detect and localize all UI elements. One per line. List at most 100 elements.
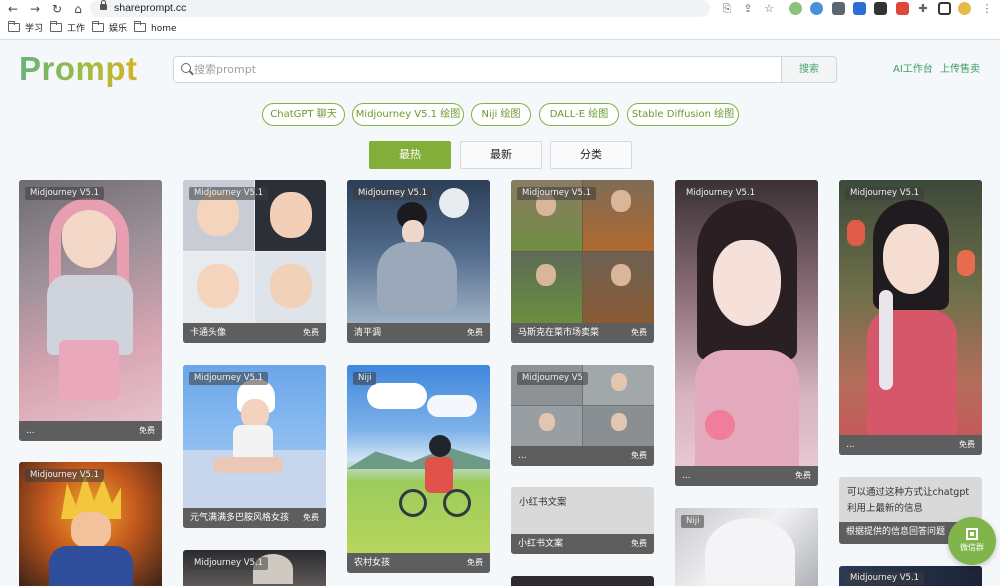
prompt-card[interactable]: Niji bbox=[675, 508, 818, 586]
category-midjourney[interactable]: Midjourney V5.1 绘图 bbox=[352, 103, 464, 126]
forward-icon[interactable]: → bbox=[27, 1, 43, 17]
card-image bbox=[183, 180, 326, 323]
extension-icon[interactable] bbox=[874, 2, 887, 15]
model-tag: Midjourney V5.1 bbox=[189, 557, 269, 570]
back-icon[interactable]: ← bbox=[5, 1, 21, 17]
card-footer: ... 免费 bbox=[19, 421, 162, 441]
prompt-card[interactable]: ... 免费 Midjourney V5.1 bbox=[675, 180, 818, 486]
card-title: ... bbox=[846, 440, 855, 450]
category-niji[interactable]: Niji 绘图 bbox=[471, 103, 531, 126]
card-title: 农村女孩 bbox=[354, 558, 391, 568]
bookmark-label: 工作 bbox=[67, 24, 86, 34]
prompt-card[interactable]: 马斯克在菜市场卖菜 免费 Midjourney V5.1 bbox=[511, 180, 654, 343]
bookmark-folder[interactable]: home bbox=[134, 21, 177, 36]
prompt-card[interactable]: Midjourney V5.1 bbox=[19, 462, 162, 586]
extension-icon[interactable] bbox=[896, 2, 909, 15]
bookmark-label: 娱乐 bbox=[109, 24, 128, 34]
prompt-card[interactable]: Midjourney V5.1 ... 免费 bbox=[19, 180, 162, 441]
card-body: 小红书文案 bbox=[519, 497, 567, 508]
puzzle-icon[interactable]: ✚ bbox=[916, 2, 930, 16]
share-icon[interactable]: ⇪ bbox=[741, 2, 755, 16]
card-footer: 农村女孩 免费 bbox=[347, 553, 490, 573]
category-chatgpt[interactable]: ChatGPT 聊天 bbox=[262, 103, 345, 126]
card-image bbox=[511, 180, 654, 323]
category-dalle[interactable]: DALL-E 绘图 bbox=[539, 103, 619, 126]
ai-workbench-link[interactable]: AI工作台 bbox=[893, 64, 933, 76]
card-title: ... bbox=[518, 451, 527, 461]
extension-icon[interactable] bbox=[832, 2, 845, 15]
search-button[interactable]: 搜索 bbox=[781, 56, 837, 83]
extension-icon[interactable] bbox=[810, 2, 823, 15]
price-label: 免费 bbox=[631, 539, 647, 548]
model-tag: Midjourney V5.1 bbox=[25, 187, 105, 200]
model-tag: Midjourney V5.1 bbox=[189, 187, 269, 200]
qr-code-icon bbox=[966, 528, 978, 540]
extension-icon[interactable] bbox=[853, 2, 866, 15]
prompt-card[interactable]: Midjourney V5.1 bbox=[839, 566, 982, 586]
card-image bbox=[839, 180, 982, 435]
folder-icon bbox=[92, 21, 104, 32]
prompt-card[interactable]: ... 免费 Midjourney V5 bbox=[511, 365, 654, 466]
card-title: ... bbox=[682, 471, 691, 481]
bookmark-folder[interactable]: 娱乐 bbox=[92, 21, 128, 36]
bookmarks-bar: 学习 工作 娱乐 home bbox=[0, 18, 1000, 40]
more-menu-icon[interactable]: ⋮ bbox=[980, 2, 994, 16]
category-stable-diffusion[interactable]: Stable Diffusion 绘图 bbox=[627, 103, 739, 126]
card-body: 可以通过这种方式让chatgpt利用上最新的信息 bbox=[847, 487, 970, 514]
avatar[interactable] bbox=[958, 2, 971, 15]
model-tag: Midjourney V5.1 bbox=[353, 187, 433, 200]
bookmark-label: home bbox=[151, 24, 177, 34]
bookmark-folder[interactable]: 工作 bbox=[50, 21, 86, 36]
bookmark-folder[interactable]: 学习 bbox=[8, 21, 44, 36]
folder-icon bbox=[50, 21, 62, 32]
price-label: 免费 bbox=[467, 558, 483, 567]
price-label: 免费 bbox=[631, 328, 647, 337]
search-icon bbox=[181, 63, 191, 73]
wechat-group-button[interactable]: 微信群 bbox=[948, 517, 996, 565]
card-title: 清平调 bbox=[354, 328, 382, 338]
price-label: 免费 bbox=[795, 471, 811, 480]
model-tag: Midjourney V5.1 bbox=[189, 372, 269, 385]
url-text[interactable]: shareprompt.cc bbox=[114, 1, 186, 16]
upload-sell-link[interactable]: 上传售卖 bbox=[940, 64, 980, 76]
fab-label: 微信群 bbox=[960, 543, 984, 552]
card-footer: ... 免费 bbox=[839, 435, 982, 455]
model-tag: Midjourney V5.1 bbox=[845, 187, 925, 200]
bookmark-star-icon[interactable]: ☆ bbox=[762, 2, 776, 16]
browser-toolbar: ← → ↻ ⌂ shareprompt.cc ⎘ ⇪ ☆ ✚ ⋮ bbox=[0, 0, 1000, 18]
search-input[interactable] bbox=[194, 59, 774, 80]
folder-icon bbox=[134, 21, 146, 32]
translate-icon[interactable]: ⎘ bbox=[720, 2, 734, 16]
card-footer: 清平调 免费 bbox=[347, 323, 490, 343]
prompt-card[interactable]: ... 免费 Midjourney V5.1 bbox=[839, 180, 982, 455]
prompt-card[interactable]: 卡通头像 免费 Midjourney V5.1 bbox=[183, 180, 326, 343]
card-title: 元气满满多巴胺风格女孩 bbox=[190, 513, 290, 523]
model-tag: Niji bbox=[681, 515, 705, 528]
lock-icon[interactable] bbox=[100, 0, 107, 10]
site-logo[interactable]: Prompt bbox=[19, 50, 138, 88]
card-image bbox=[347, 365, 490, 553]
prompt-card[interactable]: Midjourney V5.1 bbox=[183, 550, 326, 586]
card-image bbox=[675, 180, 818, 466]
sidebar-icon[interactable] bbox=[938, 2, 951, 15]
card-footer: 元气满满多巴胺风格女孩 免费 bbox=[183, 508, 326, 528]
prompt-card[interactable]: 农村女孩 免费 Niji bbox=[347, 365, 490, 573]
prompt-card[interactable] bbox=[511, 576, 654, 586]
model-tag: Midjourney V5.1 bbox=[517, 187, 597, 200]
extension-icon[interactable] bbox=[789, 2, 802, 15]
price-label: 免费 bbox=[303, 328, 319, 337]
prompt-card[interactable]: 清平调 免费 Midjourney V5.1 bbox=[347, 180, 490, 343]
tab-hottest[interactable]: 最热 bbox=[369, 141, 451, 169]
price-label: 免费 bbox=[139, 426, 155, 435]
prompt-card[interactable]: 元气满满多巴胺风格女孩 免费 Midjourney V5.1 bbox=[183, 365, 326, 528]
prompt-card[interactable]: 小红书文案 小红书文案 免费 bbox=[511, 487, 654, 554]
card-footer: 小红书文案 免费 bbox=[511, 534, 654, 554]
home-icon[interactable]: ⌂ bbox=[70, 1, 86, 17]
tab-category[interactable]: 分类 bbox=[550, 141, 632, 169]
price-label: 免费 bbox=[631, 451, 647, 460]
tab-newest[interactable]: 最新 bbox=[460, 141, 542, 169]
price-label: 免费 bbox=[467, 328, 483, 337]
card-image bbox=[347, 180, 490, 323]
bookmark-label: 学习 bbox=[25, 24, 44, 34]
reload-icon[interactable]: ↻ bbox=[49, 1, 65, 17]
